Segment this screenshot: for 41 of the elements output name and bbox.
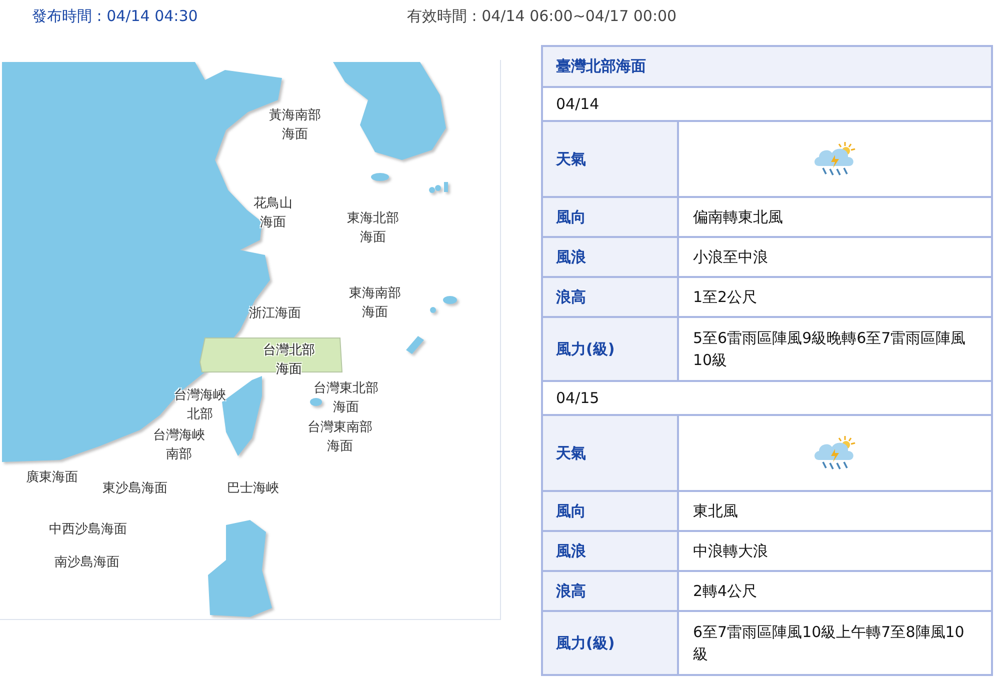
sea-area-label[interactable]: 台灣海峽 北部 [174,386,226,424]
sea-area-label[interactable]: 巴士海峽 [227,479,279,498]
row-value: 偏南轉東北風 [692,207,784,228]
row-label: 天氣 [543,122,679,196]
row-label: 風浪 [543,238,679,276]
sea-area-label[interactable]: 廣東海面 [26,468,78,487]
row-label: 風浪 [543,532,679,570]
sea-area-label[interactable]: 台灣海峽 南部 [153,426,205,464]
sea-area-label[interactable]: 台灣東南部 海面 [308,418,372,456]
sea-area-label[interactable]: 東沙島海面 [102,479,168,498]
issued-time: 發布時間 : 04/14 04:30 [32,6,199,27]
row-value: 中浪轉大浪 [692,541,769,562]
row-value: 小浪至中浪 [692,247,769,268]
island [371,173,389,181]
row-label: 風力(級) [543,612,679,674]
sea-area-label[interactable]: 花鳥山 海面 [254,194,292,232]
sea-area-label[interactable]: 東海北部 海面 [347,209,399,247]
sea-area-label[interactable]: 東海南部 海面 [349,284,401,322]
row-label: 風力(級) [543,318,679,380]
valid-time: 有效時間 : 04/14 06:00~04/17 00:00 [407,6,677,27]
table-title: 臺灣北部海面 [543,47,991,88]
island-group [429,182,448,193]
row-value: 1至2公尺 [692,287,758,308]
island [310,398,322,406]
sea-area-label[interactable]: 台灣東北部 海面 [314,379,378,417]
row-label: 風向 [543,492,679,530]
row-value: 6至7雷雨區陣風10級上午轉7至8陣風10級 [692,622,966,665]
row-label: 浪高 [543,278,679,316]
sea-area-label[interactable]: 浙江海面 [249,304,301,323]
row-value: 5至6雷雨區陣風9級晚轉6至7雷雨區陣風10級 [692,328,967,371]
island-group [430,296,457,313]
row-label: 天氣 [543,416,679,490]
sea-area-label[interactable]: 台灣北部 海面 [263,341,315,379]
row-value: 東北風 [692,501,739,522]
sea-area-label[interactable]: 黃海南部 海面 [269,106,321,144]
row-label: 風向 [543,198,679,236]
island [406,336,424,354]
row-value: 2轉4公尺 [692,581,758,602]
sea-area-label[interactable]: 南沙島海面 [54,553,120,572]
sea-area-label[interactable]: 中西沙島海面 [49,520,127,539]
row-label: 浪高 [543,572,679,610]
